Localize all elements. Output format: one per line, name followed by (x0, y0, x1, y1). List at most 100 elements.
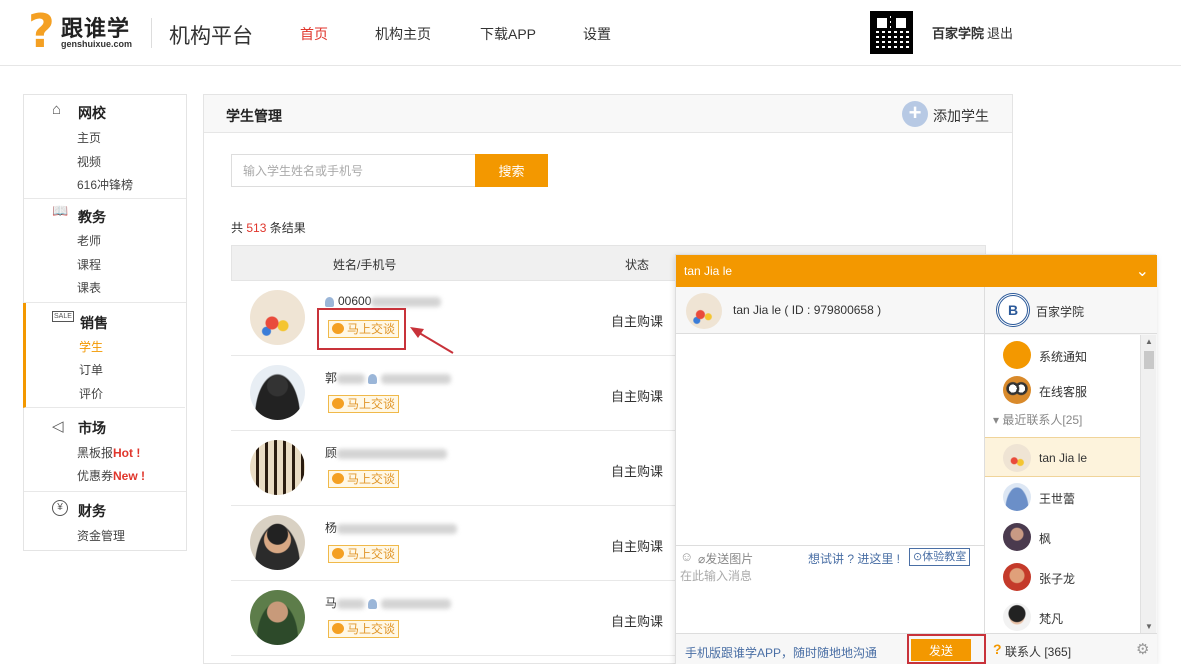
chat-now-button[interactable]: 马上交谈 (328, 395, 400, 413)
avatar (1003, 483, 1031, 511)
message-input[interactable] (680, 567, 978, 627)
sidebar-item-homepage[interactable]: 主页 (77, 129, 101, 146)
logo[interactable]: ? 跟谁学 genshuixue.com (28, 8, 138, 56)
chat-now-button[interactable]: 马上交谈 (328, 620, 400, 638)
classroom-label: 体验教室 (922, 551, 967, 563)
page-title: 学生管理 (226, 108, 282, 124)
student-name: 杨 (325, 519, 458, 536)
book-icon: 📖 (52, 203, 69, 218)
send-image-button[interactable]: ⌀发送图片 (698, 550, 753, 567)
contact-list: 系统通知 在线客服 ▾ 最近联系人[25] tan Jia le 王世蕾 枫 张… (985, 335, 1140, 633)
plus-icon: + (902, 101, 928, 127)
question-icon: ? (993, 641, 1002, 657)
column-name-phone: 姓名/手机号 (333, 258, 397, 272)
result-prefix: 共 (231, 221, 244, 235)
student-status: 自主购课 (611, 314, 664, 329)
chat-now-label: 马上交谈 (347, 547, 396, 561)
conversation-header: tan Jia le ( ID : 979800658 ) (676, 287, 984, 334)
sidebar-item-video[interactable]: 视频 (77, 153, 101, 170)
user-name[interactable]: 百家学院 (932, 23, 984, 42)
chat-now-label: 马上交谈 (347, 397, 396, 411)
owl-icon (1003, 376, 1031, 404)
nav-home[interactable]: 首页 (300, 24, 328, 44)
student-status: 自主购课 (611, 389, 664, 404)
avatar (686, 293, 722, 329)
chat-bubble-icon (332, 398, 344, 409)
avatar (1003, 603, 1031, 631)
contact-item[interactable]: 枫 (985, 517, 1140, 557)
chat-now-button[interactable]: 马上交谈 (328, 470, 400, 488)
contact-name: 枫 (1039, 532, 1052, 546)
contact-item[interactable]: tan Jia le (985, 437, 1140, 477)
sidebar-group-market: ◁ 市场 黑板报Hot ! 优惠券New ! (24, 408, 186, 492)
new-badge: New ! (113, 469, 146, 483)
search-button[interactable]: 搜索 (475, 154, 548, 187)
avatar (250, 365, 305, 420)
scroll-up-icon[interactable]: ▲ (1145, 337, 1153, 346)
contacts-total[interactable]: 联系人 [365] (1005, 643, 1071, 660)
scroll-thumb[interactable] (1144, 351, 1154, 369)
nav-settings[interactable]: 设置 (583, 24, 611, 44)
avatar (250, 590, 305, 645)
sidebar-item-funds[interactable]: 资金管理 (77, 527, 125, 544)
contact-item[interactable]: 张子龙 (985, 557, 1140, 597)
sidebar-item-blackboard[interactable]: 黑板报Hot ! (77, 444, 140, 461)
platform-title: 机构平台 (169, 25, 253, 48)
sidebar-item-students[interactable]: 学生 (79, 338, 103, 355)
sidebar-item-schedule[interactable]: 课表 (77, 279, 101, 296)
recent-contacts-header[interactable]: ▾ 最近联系人[25] (993, 411, 1082, 428)
emoji-icon[interactable]: ☺ (680, 549, 693, 564)
sidebar-item-label: 黑板报 (77, 446, 114, 460)
sidebar-item-reviews[interactable]: 评价 (79, 385, 103, 402)
sale-icon: SALE (52, 311, 74, 322)
person-icon (368, 373, 378, 384)
nav-download-app[interactable]: 下载APP (480, 24, 536, 44)
classroom-icon: ⊙ (913, 551, 923, 563)
student-name: 00600 (325, 294, 442, 308)
chat-window: tan Jia le ⌄ tan Jia le ( ID : 979800658… (675, 254, 1157, 664)
chat-toolbar: ☺ ⌀发送图片 想试讲 ? 进这里 ! ⊙体验教室 (676, 545, 984, 567)
chat-window-title: tan Jia le (684, 264, 733, 278)
avatar (1003, 444, 1031, 472)
student-name: 郭 (325, 369, 452, 386)
logout-link[interactable]: 退出 (987, 23, 1013, 42)
nav-org-home[interactable]: 机构主页 (375, 24, 431, 44)
contact-item[interactable]: 王世蕾 (985, 477, 1140, 517)
header-divider (151, 18, 152, 48)
sidebar-item-orders[interactable]: 订单 (79, 361, 103, 378)
sidebar-group-academic: 📖 教务 老师 课程 课表 (24, 199, 186, 303)
student-name-text: 00600 (338, 294, 372, 308)
chevron-down-icon[interactable]: ⌄ (1136, 261, 1149, 281)
experience-classroom-button[interactable]: ⊙体验教室 (909, 548, 971, 566)
student-status: 自主购课 (611, 464, 664, 479)
try-lecture-link[interactable]: 想试讲 ? 进这里 ! (808, 550, 900, 567)
sidebar-item-courses[interactable]: 课程 (77, 256, 101, 273)
system-notice-item[interactable]: 系统通知 (985, 335, 1140, 375)
conversation-contact: tan Jia le ( ID : 979800658 ) (733, 303, 882, 317)
person-icon (325, 296, 334, 307)
sidebar-item-teachers[interactable]: 老师 (77, 232, 101, 249)
gear-icon[interactable]: ⚙ (1136, 640, 1149, 658)
chat-titlebar[interactable]: tan Jia le ⌄ (676, 255, 1157, 287)
mobile-app-link[interactable]: 手机版跟谁学APP，随时随地地沟通 (685, 644, 877, 661)
add-student-label: 添加学生 (933, 108, 989, 124)
list-item-label: 系统通知 (1039, 350, 1088, 364)
contact-item[interactable]: 梵凡 (985, 597, 1140, 633)
yen-icon: ¥ (52, 500, 68, 516)
logo-mark: ? (28, 4, 55, 58)
search-input[interactable] (231, 154, 476, 187)
avatar (250, 290, 305, 345)
list-item-label: 在线客服 (1039, 385, 1088, 399)
scroll-down-icon[interactable]: ▼ (1145, 622, 1153, 631)
chat-bubble-icon (332, 473, 344, 484)
chat-now-button[interactable]: 马上交谈 (328, 545, 400, 563)
sidebar-item-coupons[interactable]: 优惠券New ! (77, 467, 145, 484)
student-name: 顾 (325, 444, 448, 461)
contact-list-scrollbar[interactable]: ▲ ▼ (1140, 335, 1156, 633)
online-service-item[interactable]: 在线客服 (985, 370, 1140, 410)
conversation-pane: tan Jia le ( ID : 979800658 ) ☺ ⌀发送图片 想试… (676, 287, 985, 664)
sidebar-item-616-rank[interactable]: 616冲锋榜 (77, 176, 133, 193)
avatar (1003, 523, 1031, 551)
chat-bubble-icon (332, 548, 344, 559)
org-header[interactable]: B 百家学院 (985, 287, 1157, 334)
